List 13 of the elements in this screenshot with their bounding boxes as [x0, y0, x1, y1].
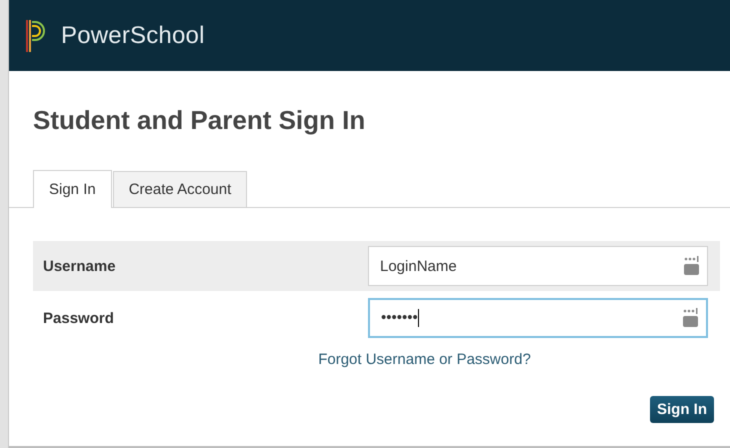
tab[interactable]: Sign In: [33, 170, 112, 208]
field-label: Username: [43, 258, 117, 274]
sign-in-button[interactable]: Sign In: [650, 396, 714, 423]
keypad-icon[interactable]: [682, 308, 698, 328]
brand-name: PowerSchool: [61, 22, 205, 50]
input-field[interactable]: •••••••: [368, 298, 708, 338]
tab[interactable]: Create Account: [112, 171, 248, 207]
page-title: Student and Parent Sign In: [33, 105, 366, 137]
logo-icon: [25, 18, 47, 52]
input-field[interactable]: LoginName: [368, 246, 708, 286]
keypad-icon[interactable]: [683, 256, 699, 276]
field-label: Password: [43, 310, 115, 326]
forgot-link[interactable]: Forgot Username or Password?: [318, 351, 531, 368]
